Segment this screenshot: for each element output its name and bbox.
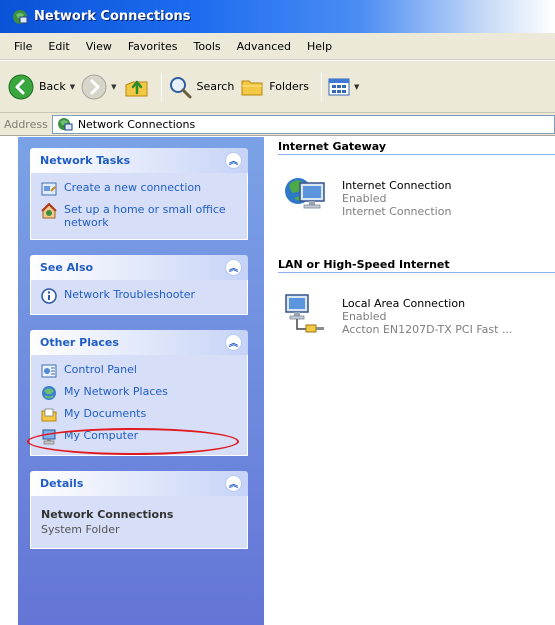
back-label: Back [39,80,66,93]
up-button[interactable] [123,70,149,104]
internet-connection-item[interactable]: Internet Connection Enabled Internet Con… [282,171,555,218]
details-body: Network Connections System Folder [30,496,248,549]
network-tasks-title: Network Tasks [40,154,131,167]
new-connection-icon [41,182,57,196]
menu-help[interactable]: Help [299,40,340,53]
address-bar: Address Network Connections [0,113,555,136]
folders-button[interactable]: Folders [240,70,309,104]
local-area-connection-text: Local Area Connection Enabled Accton EN1… [342,289,512,336]
local-area-connection-icon [285,294,324,333]
group-header-lan: LAN or High-Speed Internet [278,255,555,273]
folders-label: Folders [269,80,310,93]
menu-file[interactable]: File [6,40,40,53]
network-connections-icon [57,118,73,131]
highlight-annotation [27,428,239,455]
info-icon [41,288,57,304]
my-network-places-link[interactable]: My Network Places [41,385,237,401]
control-panel-link[interactable]: Control Panel [41,363,237,379]
forward-button[interactable]: ▼ [81,70,117,104]
network-tasks-panel: Network Tasks ︽ Create a new connection … [30,148,248,240]
folders-icon [241,80,263,95]
views-icon [328,78,350,95]
task-pane: Network Tasks ︽ Create a new connection … [18,137,264,625]
connection-description: Internet Connection [342,205,452,218]
menu-favorites[interactable]: Favorites [120,40,186,53]
network-troubleshooter-link[interactable]: Network Troubleshooter [41,288,237,304]
toolbar-separator [160,72,162,101]
connection-description: Accton EN1207D-TX PCI Fast ... [342,323,513,336]
setup-home-network-link[interactable]: Set up a home or small office network [41,203,237,229]
my-documents-icon [41,408,57,422]
create-connection-label: Create a new connection [64,181,202,194]
network-connections-icon [13,9,28,24]
forward-dropdown-icon[interactable]: ▼ [111,83,116,91]
local-area-connection-item[interactable]: Local Area Connection Enabled Accton EN1… [282,289,555,336]
menu-edit[interactable]: Edit [40,40,77,53]
details-title: Details [40,477,84,490]
see-also-header[interactable]: See Also ︽ [30,255,248,280]
search-label: Search [196,80,235,93]
forward-arrow-icon [81,74,107,99]
network-tasks-header[interactable]: Network Tasks ︽ [30,148,248,173]
home-network-icon [41,203,57,219]
details-name: Network Connections [41,508,174,521]
connection-status: Enabled [342,192,387,205]
collapse-chevron-icon[interactable]: ︽ [225,475,242,492]
back-button[interactable]: Back ▼ [8,70,75,104]
folder-up-icon [125,80,147,96]
window-title: Network Connections [34,9,191,24]
my-documents-link[interactable]: My Documents [41,407,237,423]
see-also-body: Network Troubleshooter [30,280,248,315]
collapse-chevron-icon[interactable]: ︽ [225,334,242,351]
menu-view[interactable]: View [78,40,120,53]
views-button[interactable]: ▼ [328,70,359,104]
details-panel: Details ︽ Network Connections System Fol… [30,471,248,549]
details-type: System Folder [41,523,120,536]
menu-tools[interactable]: Tools [186,40,229,53]
other-places-title: Other Places [40,336,119,349]
connection-name: Local Area Connection [342,297,466,310]
views-dropdown-icon[interactable]: ▼ [354,83,359,91]
network-places-icon [42,386,56,400]
back-arrow-icon [8,74,34,99]
control-panel-label: Control Panel [64,363,137,376]
details-header[interactable]: Details ︽ [30,471,248,496]
address-field[interactable]: Network Connections [51,114,555,134]
internet-connection-text: Internet Connection Enabled Internet Con… [342,171,451,218]
see-also-panel: See Also ︽ Network Troubleshooter [30,255,248,315]
see-also-title: See Also [40,261,94,274]
create-connection-link[interactable]: Create a new connection [41,181,237,197]
connection-status: Enabled [342,310,387,323]
connection-name: Internet Connection [342,179,452,192]
menu-bar: File Edit View Favorites Tools Advanced … [0,33,555,60]
toolbar: Back ▼ ▼ Search Folders ▼ [0,61,555,113]
menu-advanced[interactable]: Advanced [229,40,299,53]
address-value: Network Connections [77,117,196,131]
network-troubleshooter-label: Network Troubleshooter [64,288,196,301]
address-label: Address [4,117,48,131]
collapse-chevron-icon[interactable]: ︽ [225,152,242,169]
my-documents-label: My Documents [64,407,147,420]
collapse-chevron-icon[interactable]: ︽ [225,259,242,276]
content-pane: Internet Gateway Internet Connection Ena… [264,137,555,625]
setup-home-network-label: Set up a home or small office network [64,203,226,229]
title-bar: Network Connections [0,0,555,33]
control-panel-icon [41,364,57,378]
group-header-internet-gateway: Internet Gateway [278,137,555,155]
my-network-places-label: My Network Places [64,385,168,398]
back-dropdown-icon[interactable]: ▼ [70,83,75,91]
search-icon [169,76,191,98]
network-tasks-body: Create a new connection Set up a home or… [30,173,248,240]
internet-connection-icon [285,178,325,209]
search-button[interactable]: Search [168,70,235,104]
other-places-header[interactable]: Other Places ︽ [30,330,248,355]
toolbar-separator [321,72,323,101]
